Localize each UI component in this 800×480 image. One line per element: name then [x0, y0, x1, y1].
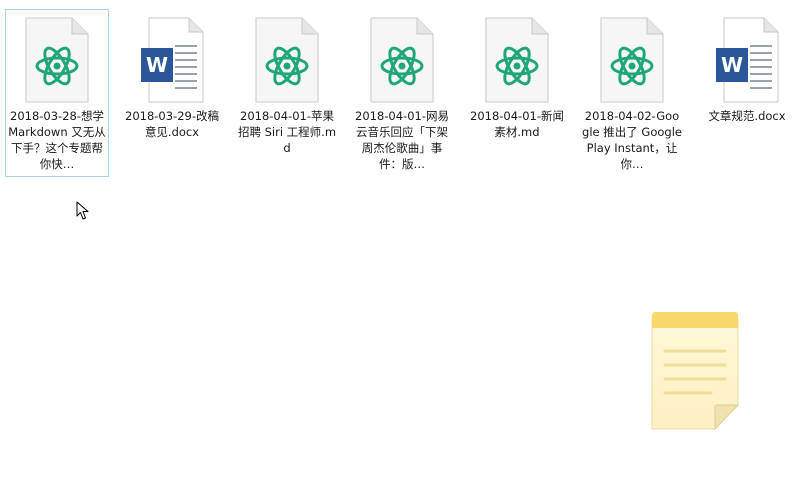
- file-item[interactable]: 2018-04-02-Google 推出了 Google Play Instan…: [580, 9, 684, 177]
- sticky-notes-icon[interactable]: [649, 309, 741, 433]
- file-name: 2018-03-29-改稿意见.docx: [125, 109, 219, 139]
- file-name: 2018-04-02-Google 推出了 Google Play Instan…: [582, 109, 682, 171]
- file-item[interactable]: 2018-04-01-新闻素材.md: [465, 9, 569, 177]
- atom-icon: [370, 17, 434, 103]
- file-item[interactable]: W 文章规范.docx: [695, 9, 799, 177]
- atom-icon: [485, 17, 549, 103]
- file-item[interactable]: 2018-04-01-苹果招聘 Siri 工程师.md: [235, 9, 339, 177]
- word-document-icon: W: [716, 17, 779, 103]
- mouse-cursor-icon: [76, 201, 89, 220]
- file-item[interactable]: 2018-04-01-网易云音乐回应「下架周杰伦歌曲」事件：版…: [350, 9, 454, 177]
- desktop[interactable]: 2018-03-28-想学 Markdown 又无从下手？这个专题帮你快… W: [0, 0, 800, 480]
- atom-icon: [255, 17, 319, 103]
- atom-icon: [600, 17, 664, 103]
- file-grid: 2018-03-28-想学 Markdown 又无从下手？这个专题帮你快… W: [5, 9, 800, 177]
- file-item[interactable]: 2018-03-28-想学 Markdown 又无从下手？这个专题帮你快…: [5, 9, 109, 177]
- svg-text:W: W: [721, 53, 743, 77]
- word-document-icon: W: [141, 17, 204, 103]
- svg-text:W: W: [146, 53, 168, 77]
- file-name: 2018-04-01-网易云音乐回应「下架周杰伦歌曲」事件：版…: [355, 109, 449, 171]
- file-name: 文章规范.docx: [708, 109, 786, 123]
- atom-icon: [25, 17, 89, 103]
- file-name: 2018-04-01-新闻素材.md: [470, 109, 564, 139]
- file-item[interactable]: W 2018-03-29-改稿意见.docx: [120, 9, 224, 177]
- file-name: 2018-03-28-想学 Markdown 又无从下手？这个专题帮你快…: [8, 109, 106, 171]
- file-name: 2018-04-01-苹果招聘 Siri 工程师.md: [237, 109, 337, 155]
